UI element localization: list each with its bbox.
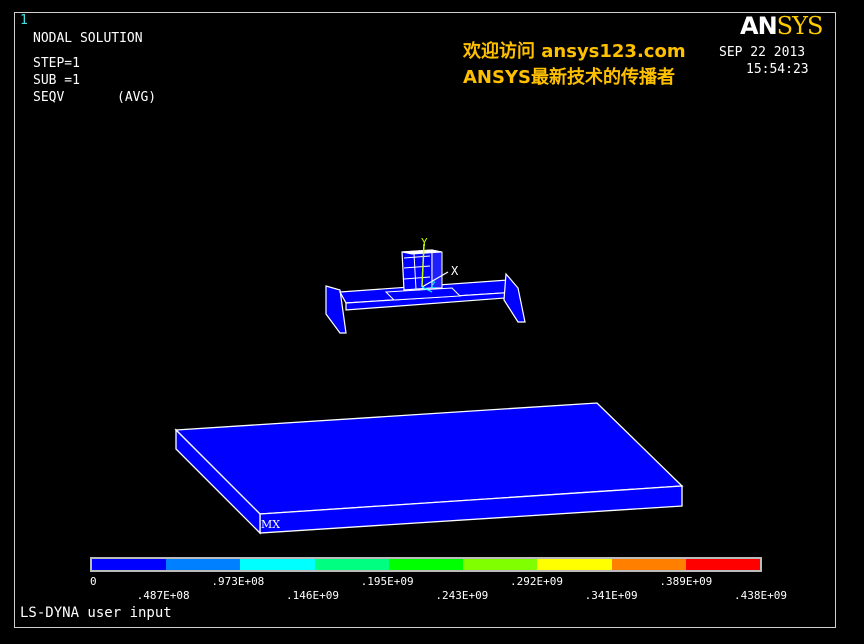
legend-tick-label: .341E+09 (584, 589, 638, 602)
legend-tick-label: .292E+09 (510, 575, 563, 588)
legend-tick-label: .973E+08 (211, 575, 265, 588)
plot-footer: LS-DYNA user input (20, 605, 172, 621)
model-viewport: Y X Z MX (174, 236, 684, 535)
legend-swatch (537, 559, 612, 570)
legend-swatch (388, 559, 464, 570)
legend-tick-label: .487E+08 (136, 589, 190, 602)
triad-z-label: Z (430, 281, 436, 291)
triad-y-label: Y (421, 236, 428, 249)
legend-swatch (92, 559, 167, 570)
legend-swatch (463, 559, 538, 570)
legend-tick-label: .389E+09 (659, 575, 713, 588)
beam-right-leg (503, 272, 526, 323)
legend-tick-label: .146E+09 (286, 589, 339, 602)
legend-tick-label: .195E+09 (360, 575, 414, 588)
max-marker: MX (261, 518, 280, 531)
legend-swatch (240, 559, 315, 570)
legend-tick-label: .243E+09 (435, 589, 489, 602)
legend-swatch (685, 559, 760, 570)
legend-swatch (166, 559, 241, 570)
legend-swatch (314, 559, 389, 570)
contour-legend-bar (90, 557, 762, 572)
legend-tick-label: .438E+09 (734, 589, 787, 602)
legend-tick-label: 0 (90, 575, 97, 588)
legend-swatch (611, 559, 686, 570)
triad-x-label: X (451, 264, 459, 278)
